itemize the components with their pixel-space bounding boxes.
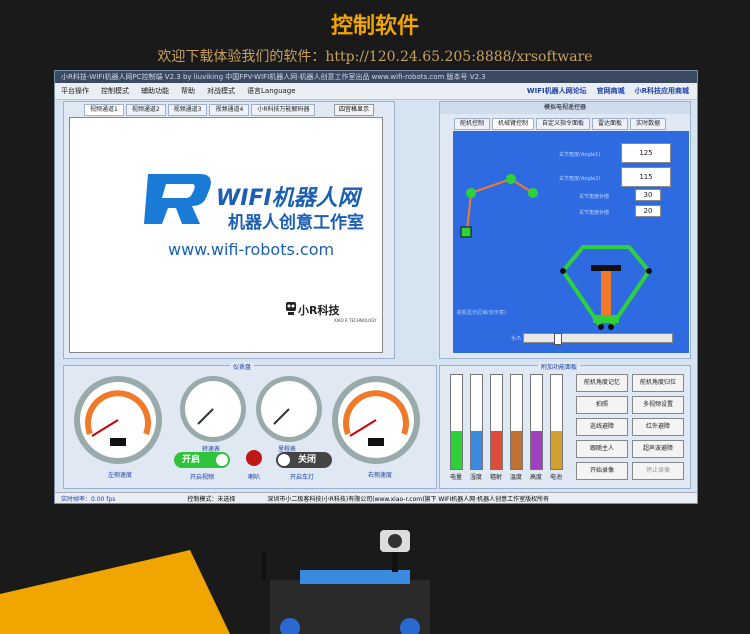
tab-video-1[interactable]: 视频通道1 <box>84 104 124 116</box>
arm-base-joint <box>460 226 472 238</box>
arm-joint-3 <box>528 188 538 198</box>
angle1-value[interactable]: 125 <box>621 143 671 163</box>
arm-diagram <box>460 174 652 330</box>
horn-label: 喇叭 <box>248 474 261 481</box>
camera-toggle-label: 开启 <box>182 455 201 465</box>
menu-language[interactable]: 语言Language <box>241 86 302 96</box>
remote-header: 模拟电视遥控器 <box>440 102 690 114</box>
speed-label: 关节角度补偿 <box>579 194 610 200</box>
fps-status: 实时帧率：0.00 fps <box>61 495 116 503</box>
claw-slider[interactable] <box>523 333 673 345</box>
left-speed-label: 左侧速度 <box>108 472 133 479</box>
menu-control-mode[interactable]: 控制模式 <box>95 86 135 96</box>
xr-brand-sub: XIAO R TECHNOLOGY <box>334 318 377 323</box>
servo-reset-button[interactable]: 舵机角度归位 <box>632 374 684 392</box>
speed2-value[interactable]: 20 <box>635 205 661 217</box>
speed2-label: 关节角度补偿 <box>579 210 610 216</box>
light-label: 开启车灯 <box>290 474 315 481</box>
line-follow-button[interactable]: 巡线避障 <box>576 418 628 436</box>
robot-icon <box>286 302 296 315</box>
bar-label-power: 电池 <box>549 474 562 481</box>
tab-video-3[interactable]: 视频通道3 <box>167 104 208 116</box>
mileage-gauge <box>256 376 322 442</box>
bar-label-altitude: 高度 <box>529 474 542 481</box>
logo-url: www.wifi-robots.com <box>168 240 335 259</box>
menu-platform[interactable]: 平台操作 <box>55 86 95 96</box>
link-store[interactable]: 官网商城 <box>597 86 625 96</box>
arm-control-area[interactable]: 关节角度(Angle1) 125 关节角度(Angle2) 115 关节角度补偿… <box>453 131 689 353</box>
arm-joint-1 <box>466 188 476 198</box>
aux-panel: 附加功能面板 电量 湿度 辐射 温度 高度 电池 50 20 0 0 0 0 舵… <box>439 362 691 489</box>
rpm-gauge <box>180 376 246 442</box>
menu-help[interactable]: 帮助 <box>175 86 201 96</box>
hero-title: 控制软件 <box>330 14 419 39</box>
ultrasonic-button[interactable]: 超声波避障 <box>632 440 684 458</box>
bar-value-altitude: 0 <box>534 416 538 423</box>
tab-arm[interactable]: 机械臂控制 <box>492 118 535 130</box>
link-app-store[interactable]: 小R科技应用商城 <box>635 86 689 96</box>
angle2-value[interactable]: 115 <box>621 167 671 187</box>
camera-toggle[interactable]: 开启 <box>174 452 230 468</box>
light-toggle[interactable]: 关闭 <box>276 452 332 468</box>
bar-value-power: 0 <box>554 416 558 423</box>
follow-button[interactable]: 跟随主人 <box>576 440 628 458</box>
hero-subtitle: 欢迎下载体验我们的软件：http://120.24.65.205:8888/xr… <box>157 49 593 65</box>
r-logo-icon <box>144 174 211 224</box>
bar-label-temperature: 温度 <box>509 474 522 481</box>
arm-joint-2 <box>506 174 516 184</box>
right-speed-label: 右侧速度 <box>368 472 393 479</box>
bar-value-humidity: 20 <box>472 416 480 423</box>
bar-value-battery: 50 <box>452 416 460 423</box>
left-speed-gauge <box>74 376 162 464</box>
tab-video-4[interactable]: 视频通道4 <box>209 104 250 116</box>
mode-status: 控制模式：未选择 <box>187 495 236 503</box>
app-window: 小R科技-WIFI机器人网PC控制端 V2.3 by liuviking 中国F… <box>54 70 698 504</box>
start-record-button[interactable]: 开始录像 <box>576 462 628 480</box>
angle1-label: 关节角度(Angle1) <box>559 152 601 158</box>
tab-video-2[interactable]: 视频通道2 <box>125 104 166 116</box>
dashboard-panel: 仪表盘 左侧速度 转速表 里程表 右侧速度 开启 开启视频 喇叭 关闭 开启车灯 <box>63 362 437 489</box>
aux-title: 附加功能面板 <box>538 362 581 371</box>
camera-toggle-knob <box>216 454 228 466</box>
window-title: 小R科技-WIFI机器人网PC控制端 V2.3 by liuviking 中国F… <box>55 71 697 83</box>
bar-label-radiation: 辐射 <box>489 474 502 481</box>
camera-label: 开启视频 <box>190 474 215 481</box>
robot-car-image <box>0 530 430 634</box>
video-view: WIFI机器人网 机器人创意工作室 www.wifi-robots.com 小R… <box>69 117 383 353</box>
tab-radar[interactable]: 雷达面板 <box>592 118 629 130</box>
tab-custom[interactable]: 自定义指令面板 <box>536 118 591 130</box>
logo-cn: 机器人创意工作室 <box>228 213 364 233</box>
bar-label-humidity: 湿度 <box>469 474 482 481</box>
light-toggle-knob <box>278 454 290 466</box>
menu-bar: 平台操作 控制模式 辅助功能 帮助 对战模式 语言Language WIFI机器… <box>55 83 697 100</box>
tab-servo[interactable]: 舵机控制 <box>454 118 491 130</box>
claw-slider-thumb[interactable] <box>554 333 562 345</box>
bar-value-temperature: 0 <box>514 416 518 423</box>
servo-memory-button[interactable]: 舵机角度记忆 <box>576 374 628 392</box>
multi-video-button[interactable]: 多视频设置 <box>632 396 684 414</box>
claw-label: 手爪 <box>511 336 522 342</box>
horn-button[interactable] <box>246 450 262 466</box>
display-note: 舵机显示区域(仅示意) <box>457 310 506 316</box>
right-speed-gauge <box>332 376 420 464</box>
bar-value-radiation: 0 <box>494 416 498 423</box>
dashboard-title: 仪表盘 <box>230 362 255 371</box>
link-forum[interactable]: WIFI机器人网论坛 <box>527 86 587 96</box>
speed-value[interactable]: 30 <box>635 189 661 201</box>
quad-view-button[interactable]: 四宫格显示 <box>334 104 375 116</box>
tab-data[interactable]: 实时数据 <box>630 118 667 130</box>
xr-brand: 小R科技 <box>298 304 340 317</box>
tab-decoder[interactable]: 小R科技万能解码器 <box>251 104 316 116</box>
stop-record-button[interactable]: 停止录像 <box>632 462 684 480</box>
angle2-label: 关节角度(Angle2) <box>559 176 601 182</box>
bar-label-battery: 电量 <box>449 474 462 481</box>
status-bar: 实时帧率：0.00 fps 控制模式：未选择 深圳市小二极客科技(小R科技)有限… <box>55 492 697 503</box>
copyright-status: 深圳市小二极客科技(小R科技)有限公司(www.xiao-r.com)旗下 WI… <box>267 495 550 503</box>
ir-avoid-button[interactable]: 红外避障 <box>632 418 684 436</box>
photo-button[interactable]: 拍照 <box>576 396 628 414</box>
menu-battle[interactable]: 对战模式 <box>201 86 241 96</box>
menu-aux[interactable]: 辅助功能 <box>135 86 175 96</box>
